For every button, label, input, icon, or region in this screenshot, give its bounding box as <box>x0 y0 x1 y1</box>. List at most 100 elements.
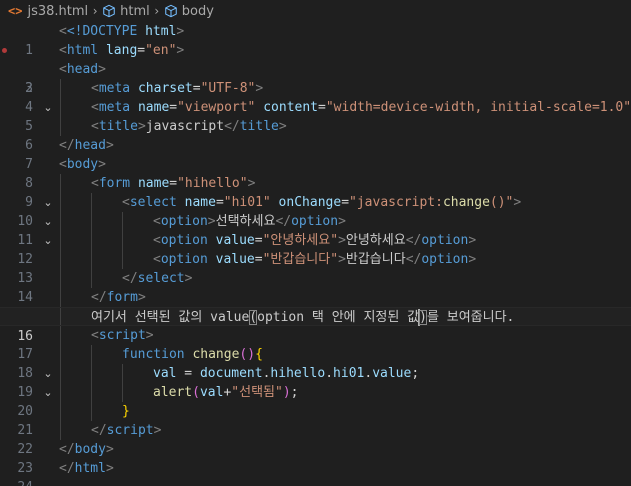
string-token: "UTF-8" <box>200 81 256 96</box>
tag-token: body <box>66 157 99 172</box>
tag-token: title <box>239 119 279 134</box>
code-content: <html lang="en"> <box>59 43 185 58</box>
paren-token: ( <box>192 385 200 400</box>
variable-token: val <box>199 385 224 400</box>
code-content: <meta charset="UTF-8"> <box>91 81 264 96</box>
code-line[interactable]: 1 <<!DOCTYPE html> <box>0 22 631 58</box>
code-line[interactable]: 13 <option value="반갑습니다">반갑습니다</option> <box>0 250 631 286</box>
code-line[interactable]: 14 </select> <box>0 269 631 305</box>
code-line[interactable]: 23 </body> <box>0 440 631 476</box>
code-content: <head> <box>59 62 106 77</box>
string-token: "hihello" <box>177 176 248 191</box>
attr-token: name <box>130 176 170 191</box>
symbol-cube-icon <box>164 4 177 18</box>
operator-token: = <box>176 366 200 381</box>
attr-token: onChange <box>270 195 342 210</box>
indent-guide <box>60 250 61 269</box>
indent-guide <box>91 402 92 421</box>
indent-guide <box>60 364 61 383</box>
bracket-match: ) <box>419 310 427 325</box>
tag-token: script <box>106 423 154 438</box>
tag-token: form <box>98 176 131 191</box>
code-line[interactable]: 10 ⌄ <select name="hi01" onChange="javas… <box>0 193 631 247</box>
code-content: <script> <box>91 328 154 343</box>
code-line[interactable]: 4 <meta charset="UTF-8"> <box>0 79 631 115</box>
code-line[interactable]: 5 <meta name="viewport" content="width=d… <box>0 98 631 134</box>
code-content: </select> <box>122 271 193 286</box>
code-content: </head> <box>59 138 114 153</box>
code-content: </form> <box>91 290 146 305</box>
code-line[interactable]: 7 </head> <box>0 136 631 172</box>
code-line[interactable]: 11 <option>선택하세요</option> <box>0 212 631 248</box>
indent-guide <box>122 364 123 383</box>
indent-guide <box>91 269 92 288</box>
code-editor[interactable]: 1 <<!DOCTYPE html> 2 <html lang="en"> 3 … <box>0 22 631 486</box>
indent-guide <box>60 326 61 345</box>
indent-guide <box>91 212 92 231</box>
indent-guide <box>60 193 61 212</box>
text-token: option 택 안에 지정된 값 <box>257 310 420 325</box>
function-token: change <box>442 195 490 210</box>
code-line[interactable]: 2 <html lang="en"> <box>0 41 631 96</box>
code-line[interactable]: 22 </script> <box>0 421 631 457</box>
code-line[interactable]: 18 ⌄ function change(){ <box>0 345 631 399</box>
tag-token: option <box>421 252 469 267</box>
html-file-icon: <> <box>8 4 23 18</box>
breadcrumb-item-body[interactable]: body <box>164 4 214 19</box>
indent-guide <box>60 174 61 193</box>
breadcrumb-file[interactable]: <> js38.html <box>0 4 88 19</box>
code-line-current[interactable]: 16 여기서 선택된 값의 value(option 택 안에 지정된 값)를 … <box>0 307 631 344</box>
breakpoint-indicator[interactable] <box>2 48 7 53</box>
variable-token: document <box>199 366 263 381</box>
code-line[interactable]: 6 <title>javascript</title> <box>0 117 631 153</box>
tag-token: option <box>160 233 208 248</box>
dot-token: . <box>325 366 334 381</box>
semicolon-token: ; <box>290 385 299 400</box>
string-token: "hi01" <box>223 195 271 210</box>
text-token: 여기서 선택된 값의 value <box>91 310 250 325</box>
attr-token: value <box>207 233 255 248</box>
string-token: ()" <box>489 195 514 210</box>
code-content: <option>선택하세요</option> <box>153 214 346 229</box>
code-line[interactable]: 19 val = document.hihello.hi01.value; <box>0 364 631 400</box>
tag-token: head <box>74 138 106 153</box>
paren-token: ) <box>282 385 291 400</box>
indent-guide <box>91 250 92 269</box>
doctype-token: <!DOCTYPE <box>66 24 138 39</box>
breadcrumb-item-html[interactable]: html <box>102 4 150 19</box>
indent-guide <box>122 383 123 402</box>
tag-token: html <box>74 461 106 476</box>
code-line[interactable]: 15 </form> <box>0 288 631 324</box>
code-content: <body> <box>59 157 106 172</box>
text-token: 안녕하세요 <box>345 233 406 248</box>
chevron-right-icon: › <box>154 4 160 18</box>
text-token: 를 보여줍니다. <box>426 310 515 325</box>
text-token: javascript <box>145 119 225 134</box>
indent-guide <box>60 231 61 250</box>
semicolon-token: ; <box>411 366 420 381</box>
code-content: alert(val+"선택됨"); <box>153 383 298 402</box>
line-number: 24 <box>0 478 33 486</box>
string-token: "width=device-width, initial-scale=1.0" <box>325 100 631 115</box>
code-line[interactable]: 20 alert(val+"선택됨"); <box>0 383 631 419</box>
code-content: function change(){ <box>122 345 263 364</box>
code-line[interactable]: 24 </html> <box>0 459 631 486</box>
code-content: </body> <box>59 442 114 457</box>
tag-token: option <box>291 214 339 229</box>
tag-token: option <box>160 252 208 267</box>
tag-token: meta <box>98 81 131 96</box>
code-line[interactable]: 12 <option value="안녕하세요">안녕하세요</option> <box>0 231 631 267</box>
indent-guide <box>122 212 123 231</box>
code-content: <meta name="viewport" content="width=dev… <box>91 100 631 115</box>
tag-token: form <box>106 290 138 305</box>
string-token: "viewport" <box>177 100 256 115</box>
bracket-match: ( <box>249 310 258 325</box>
brace-token: { <box>255 347 263 362</box>
code-content: <select name="hi01" onChange="javascript… <box>122 195 522 210</box>
tag-token: option <box>421 233 469 248</box>
code-line[interactable]: 17 ⌄ <script> <box>0 326 631 380</box>
code-line[interactable]: 3 ⌄ <head> <box>0 60 631 114</box>
code-line[interactable]: 8 ⌄ <body> <box>0 155 631 209</box>
code-line[interactable]: 9 ⌄ <form name="hihello"> <box>0 174 631 228</box>
code-line[interactable]: 21 } <box>0 402 631 438</box>
